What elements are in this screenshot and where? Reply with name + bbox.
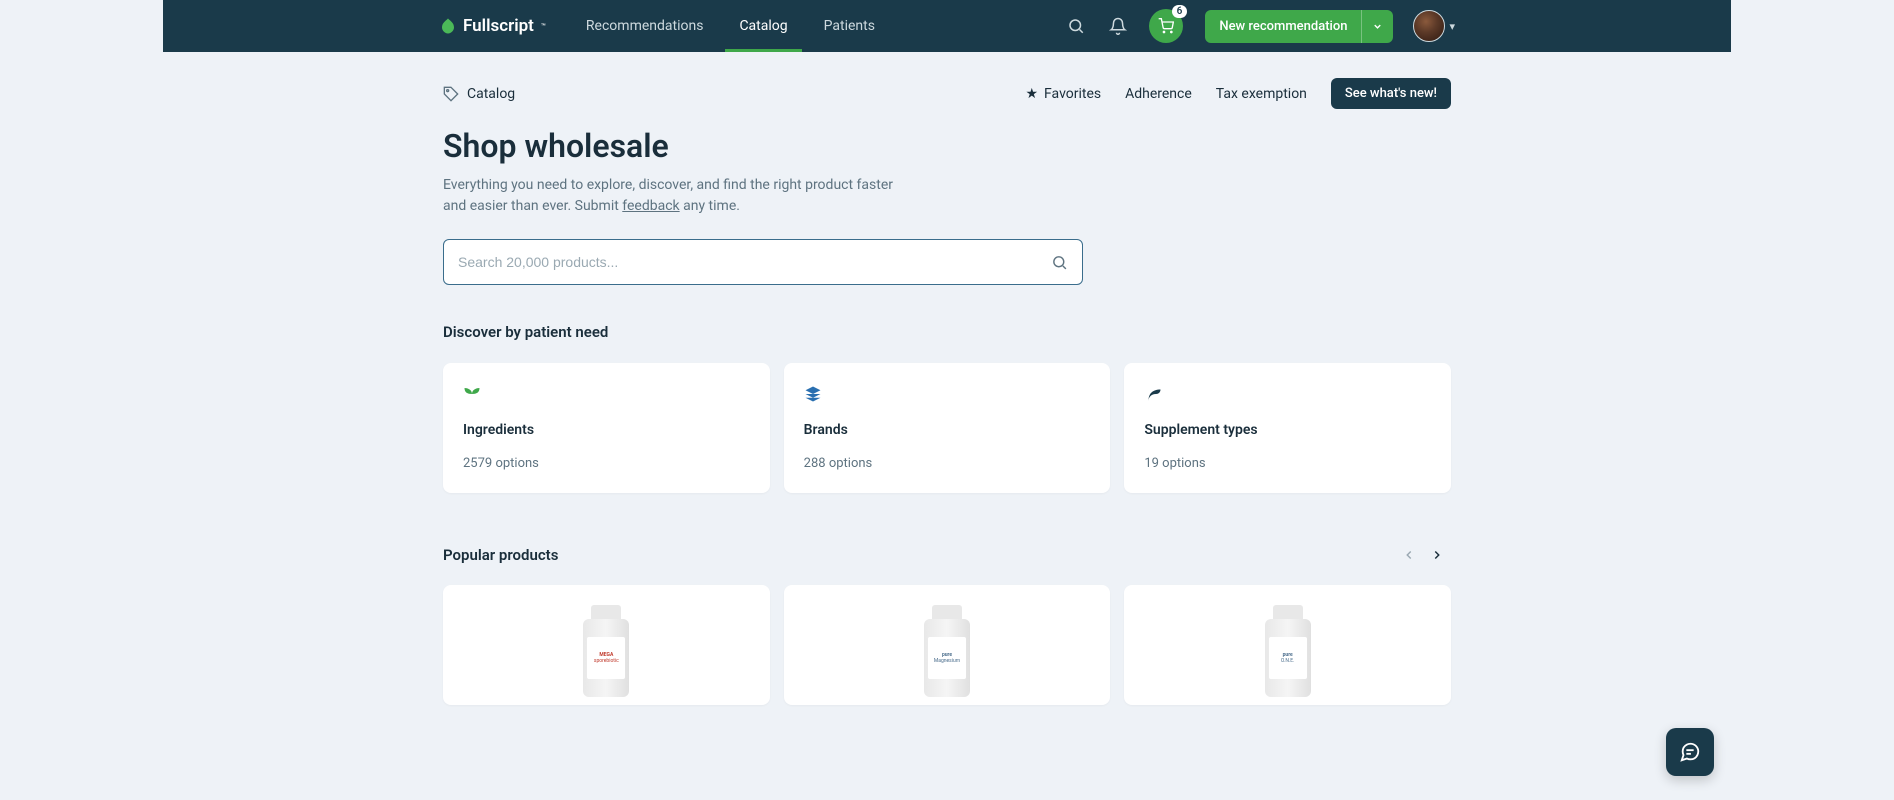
product-card[interactable]: pure O.N.E. xyxy=(1124,585,1451,705)
chat-icon xyxy=(1679,741,1701,763)
favorites-link[interactable]: ★ Favorites xyxy=(1025,86,1101,102)
card-title: Brands xyxy=(804,422,1091,438)
discover-card-brands[interactable]: Brands 288 options xyxy=(784,363,1111,493)
layers-icon xyxy=(804,385,1091,408)
leaf-icon xyxy=(1144,385,1431,408)
chevron-left-icon xyxy=(1402,548,1416,562)
chat-button[interactable] xyxy=(1666,728,1714,776)
carousel-prev-button[interactable] xyxy=(1395,541,1423,569)
nav-recommendations[interactable]: Recommendations xyxy=(572,0,718,52)
chevron-down-icon: ▾ xyxy=(1449,20,1455,33)
product-image: pure O.N.E. xyxy=(1265,605,1311,697)
products-grid: MEGA sporebiotic pure Magnesium xyxy=(443,585,1451,705)
user-menu[interactable]: ▾ xyxy=(1413,10,1455,42)
new-recommendation-button[interactable]: New recommendation xyxy=(1205,10,1361,43)
star-icon: ★ xyxy=(1025,86,1038,102)
search-icon[interactable] xyxy=(1059,9,1093,43)
card-subtitle: 2579 options xyxy=(463,456,750,471)
logo[interactable]: Fullscript ™ xyxy=(439,16,546,36)
cart-button[interactable]: 6 xyxy=(1149,9,1183,43)
logo-tm: ™ xyxy=(541,22,546,31)
breadcrumb-text: Catalog xyxy=(467,86,515,102)
feedback-link[interactable]: feedback xyxy=(622,198,679,214)
discover-grid: Ingredients 2579 options Brands 288 opti… xyxy=(443,363,1451,493)
chevron-right-icon xyxy=(1430,548,1444,562)
popular-header: Popular products xyxy=(443,541,1451,569)
tag-icon xyxy=(443,86,459,102)
product-card[interactable]: pure Magnesium xyxy=(784,585,1111,705)
app-header: Fullscript ™ Recommendations Catalog Pati… xyxy=(163,0,1731,52)
discover-card-supplement-types[interactable]: Supplement types 19 options xyxy=(1124,363,1451,493)
discover-heading: Discover by patient need xyxy=(443,323,1451,341)
popular-heading: Popular products xyxy=(443,546,558,564)
search-icon xyxy=(1051,254,1068,271)
card-title: Ingredients xyxy=(463,422,750,438)
search-box[interactable] xyxy=(443,239,1083,285)
product-card[interactable]: MEGA sporebiotic xyxy=(443,585,770,705)
product-image: MEGA sporebiotic xyxy=(583,605,629,697)
subheader: Catalog ★ Favorites Adherence Tax exempt… xyxy=(443,52,1451,127)
bell-icon[interactable] xyxy=(1101,9,1135,43)
product-image: pure Magnesium xyxy=(924,605,970,697)
card-subtitle: 288 options xyxy=(804,456,1091,471)
search-input[interactable] xyxy=(458,254,1051,270)
avatar xyxy=(1413,10,1445,42)
breadcrumb: Catalog xyxy=(443,86,515,102)
card-title: Supplement types xyxy=(1144,422,1431,438)
cart-badge: 6 xyxy=(1172,5,1188,18)
logo-text: Fullscript xyxy=(463,16,534,36)
discover-card-ingredients[interactable]: Ingredients 2579 options xyxy=(443,363,770,493)
page-title: Shop wholesale xyxy=(443,127,1451,165)
new-recommendation-dropdown[interactable] xyxy=(1361,10,1393,43)
page-description: Everything you need to explore, discover… xyxy=(443,175,893,217)
new-recommendation-button-group: New recommendation xyxy=(1205,10,1393,43)
nav-catalog[interactable]: Catalog xyxy=(725,0,801,52)
card-subtitle: 19 options xyxy=(1144,456,1431,471)
adherence-link[interactable]: Adherence xyxy=(1125,86,1192,102)
seedling-icon xyxy=(463,385,750,408)
logo-leaf-icon xyxy=(439,17,457,35)
tax-exemption-link[interactable]: Tax exemption xyxy=(1216,86,1307,102)
whats-new-button[interactable]: See what's new! xyxy=(1331,78,1451,109)
nav-patients[interactable]: Patients xyxy=(810,0,889,52)
chevron-down-icon xyxy=(1372,21,1383,32)
carousel-next-button[interactable] xyxy=(1423,541,1451,569)
